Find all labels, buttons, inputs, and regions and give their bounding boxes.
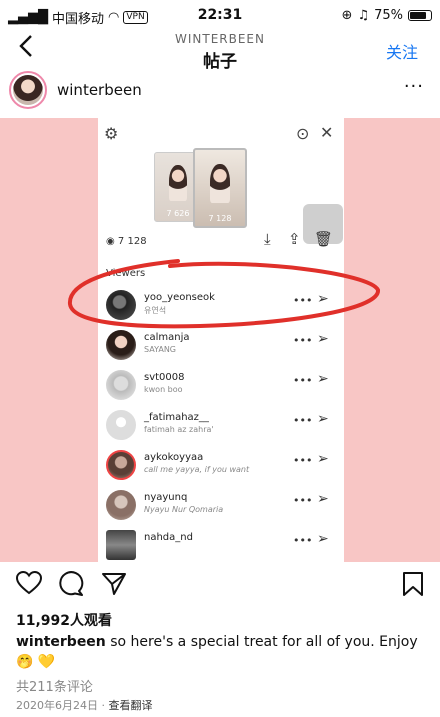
viewer-name: yoo_yeonseok [144, 292, 215, 303]
send-icon: ➢ [317, 371, 329, 387]
view-count: ◉ 7 128 [106, 236, 147, 247]
post-caption: winterbeen so here's a special treat for… [16, 632, 436, 672]
lock-rotation-icon: ⊕ [341, 8, 353, 23]
separator-dot: · [101, 699, 109, 712]
viewer-name: aykokoyyaa [144, 452, 204, 463]
viewer-subtitle: fatimah az zahra' [144, 425, 214, 434]
more-options-icon[interactable]: ··· [404, 76, 424, 97]
viewer-avatar [106, 490, 136, 520]
download-circle-icon: ⊙ [296, 124, 310, 143]
send-icon: ➢ [317, 451, 329, 467]
viewer-avatar [106, 530, 136, 560]
more-icon: ••• [293, 334, 313, 347]
viewer-name: _fatimahaz__ [144, 412, 209, 423]
status-bar: ▂▄▆█ 中国移动 ◠ VPN 22:31 ⊕ ♫ 75% [0, 0, 440, 34]
send-icon [102, 573, 126, 595]
viewer-subtitle: SAYANG [144, 345, 176, 354]
post-date: 2020年6月24日 [16, 699, 98, 712]
viewer-row: _fatimahaz__ fatimah az zahra' ••• ➢ [106, 408, 342, 448]
viewer-name: nyayunq [144, 492, 188, 503]
post-date-row: 2020年6月24日 · 查看翻译 [16, 697, 153, 713]
share-button[interactable] [101, 571, 127, 603]
viewer-avatar [106, 290, 136, 320]
download-icon: ⤓ [264, 230, 271, 248]
bookmark-icon [403, 572, 423, 596]
send-icon: ➢ [317, 331, 329, 347]
view-count-total: 11,992人观看 [16, 613, 113, 629]
post-username[interactable]: winterbeen [57, 81, 142, 99]
caption-username[interactable]: winterbeen [16, 634, 106, 650]
battery-percent: 75% [374, 8, 403, 23]
post-image[interactable]: ⚙ ⊙ ✕ 7 626 7 128 ◉ 7 128 ⤓ ⇪ 🗑 Viewers … [0, 118, 440, 562]
follow-button[interactable]: 关注 [386, 39, 418, 63]
save-button[interactable] [402, 571, 424, 603]
viewer-avatar [106, 330, 136, 360]
viewer-avatar [106, 410, 136, 440]
post-actions [0, 562, 440, 606]
send-icon: ➢ [317, 491, 329, 507]
like-button[interactable] [15, 570, 43, 601]
battery-icon [408, 10, 432, 21]
viewer-avatar [106, 370, 136, 400]
picsart-watermark: PicsArt [220, 518, 309, 543]
send-icon: ➢ [317, 531, 329, 547]
share-icon: ⇪ [288, 230, 301, 248]
nav-bar: WINTERBEEN 帖子 关注 [0, 30, 440, 72]
viewer-row: calmanja SAYANG ••• ➢ [106, 328, 342, 368]
settings-gear-icon: ⚙ [104, 124, 119, 143]
translate-link[interactable]: 查看翻译 [109, 699, 153, 712]
story-viewer-panel: ⚙ ⊙ ✕ 7 626 7 128 ◉ 7 128 ⤓ ⇪ 🗑 Viewers … [98, 118, 344, 562]
viewer-name: nahda_nd [144, 532, 193, 543]
avatar[interactable] [9, 71, 47, 109]
view-count-value: 7 128 [117, 236, 147, 247]
view-comments-link[interactable]: 共211条评论 [16, 676, 93, 695]
send-icon: ➢ [317, 411, 329, 427]
viewer-avatar [106, 450, 136, 480]
trash-icon: 🗑 [314, 230, 334, 248]
story-thumbnail-active: 7 128 [193, 148, 247, 228]
send-icon: ➢ [317, 291, 329, 307]
more-icon: ••• [293, 414, 313, 427]
status-right: ⊕ ♫ 75% [342, 8, 432, 23]
post-header: winterbeen ··· [0, 70, 440, 116]
comment-button[interactable] [58, 571, 84, 603]
more-icon: ••• [293, 374, 313, 387]
viewer-name: calmanja [144, 332, 190, 343]
viewer-row: svt0008 kwon boo ••• ➢ [106, 368, 342, 408]
headphones-icon: ♫ [357, 8, 370, 23]
comment-icon [59, 571, 84, 596]
viewer-subtitle: Nyayu Nur Qomaria [144, 505, 224, 514]
story-view-count: 7 128 [208, 214, 232, 223]
viewer-name: svt0008 [144, 372, 185, 383]
eye-icon: ◉ [106, 236, 115, 247]
close-icon: ✕ [320, 123, 334, 142]
more-icon: ••• [293, 294, 313, 307]
more-icon: ••• [293, 494, 313, 507]
viewer-row: aykokoyyaa call me yayya, if you want ••… [106, 448, 342, 488]
viewer-subtitle: call me yayya, if you want [144, 465, 250, 474]
viewer-subtitle: 유연석 [144, 306, 167, 315]
viewer-row: yoo_yeonseok 유연석 ••• ➢ [106, 288, 342, 328]
nav-username: WINTERBEEN [174, 32, 265, 46]
more-icon: ••• [293, 454, 313, 467]
page-title: 帖子 [203, 52, 237, 72]
heart-icon [15, 570, 43, 595]
viewers-heading: Viewers [106, 268, 146, 279]
viewer-subtitle: kwon boo [144, 385, 183, 394]
